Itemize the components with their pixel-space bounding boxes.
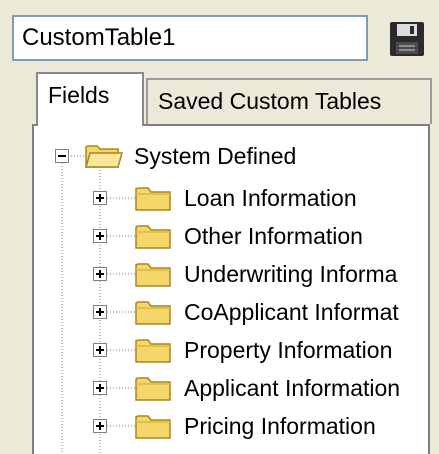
folder-icon (135, 263, 171, 287)
collapse-toggle-icon[interactable] (55, 149, 69, 163)
floppy-disk-icon (390, 22, 424, 56)
tree-node-label: Underwriting Informa (184, 261, 398, 287)
expand-toggle-icon[interactable] (93, 343, 107, 357)
expand-toggle-icon[interactable] (93, 267, 107, 281)
tree-node-label: Loan Information (184, 185, 357, 211)
folder-icon (135, 301, 171, 325)
folder-icon (135, 339, 171, 363)
tree-node-label: System Defined (134, 143, 297, 169)
expand-toggle-icon[interactable] (93, 191, 107, 205)
tree-node-applicant-information[interactable]: Applicant Information (34, 369, 428, 407)
tree-node-coapplicant-information[interactable]: CoApplicant Informat (34, 293, 428, 331)
tree-node-loan-information[interactable]: Loan Information (34, 179, 428, 217)
open-folder-icon (85, 145, 123, 168)
tree-node-label: Property Information (184, 337, 393, 363)
folder-icon (135, 377, 171, 401)
tree-node-other-information[interactable]: Other Information (34, 217, 428, 255)
tree-node-system-defined[interactable]: System Defined (34, 137, 428, 175)
save-button[interactable] (388, 20, 426, 58)
fields-tree[interactable]: System Defined Loan Information Other In… (32, 124, 430, 454)
tree-node-pricing-information[interactable]: Pricing Information (34, 407, 428, 445)
expand-toggle-icon[interactable] (93, 305, 107, 319)
tree-node-label: Pricing Information (184, 413, 376, 439)
tree-node-underwriting-information[interactable]: Underwriting Informa (34, 255, 428, 293)
tab-fields[interactable]: Fields (36, 72, 144, 126)
tab-strip: Fields Saved Custom Tables (16, 72, 432, 126)
expand-toggle-icon[interactable] (93, 381, 107, 395)
expand-toggle-icon[interactable] (93, 419, 107, 433)
folder-icon (135, 187, 171, 211)
tree-node-label: CoApplicant Informat (184, 299, 399, 325)
custom-table-panel: Fields Saved Custom Tables Syste (0, 0, 439, 454)
table-name-input[interactable] (12, 15, 368, 61)
folder-icon (135, 415, 171, 439)
tree-node-label: Other Information (184, 223, 363, 249)
expand-toggle-icon[interactable] (93, 229, 107, 243)
tab-saved-custom-tables[interactable]: Saved Custom Tables (146, 78, 432, 124)
tree-node-label: Applicant Information (184, 375, 401, 401)
tree-node-property-information[interactable]: Property Information (34, 331, 428, 369)
folder-icon (135, 225, 171, 249)
